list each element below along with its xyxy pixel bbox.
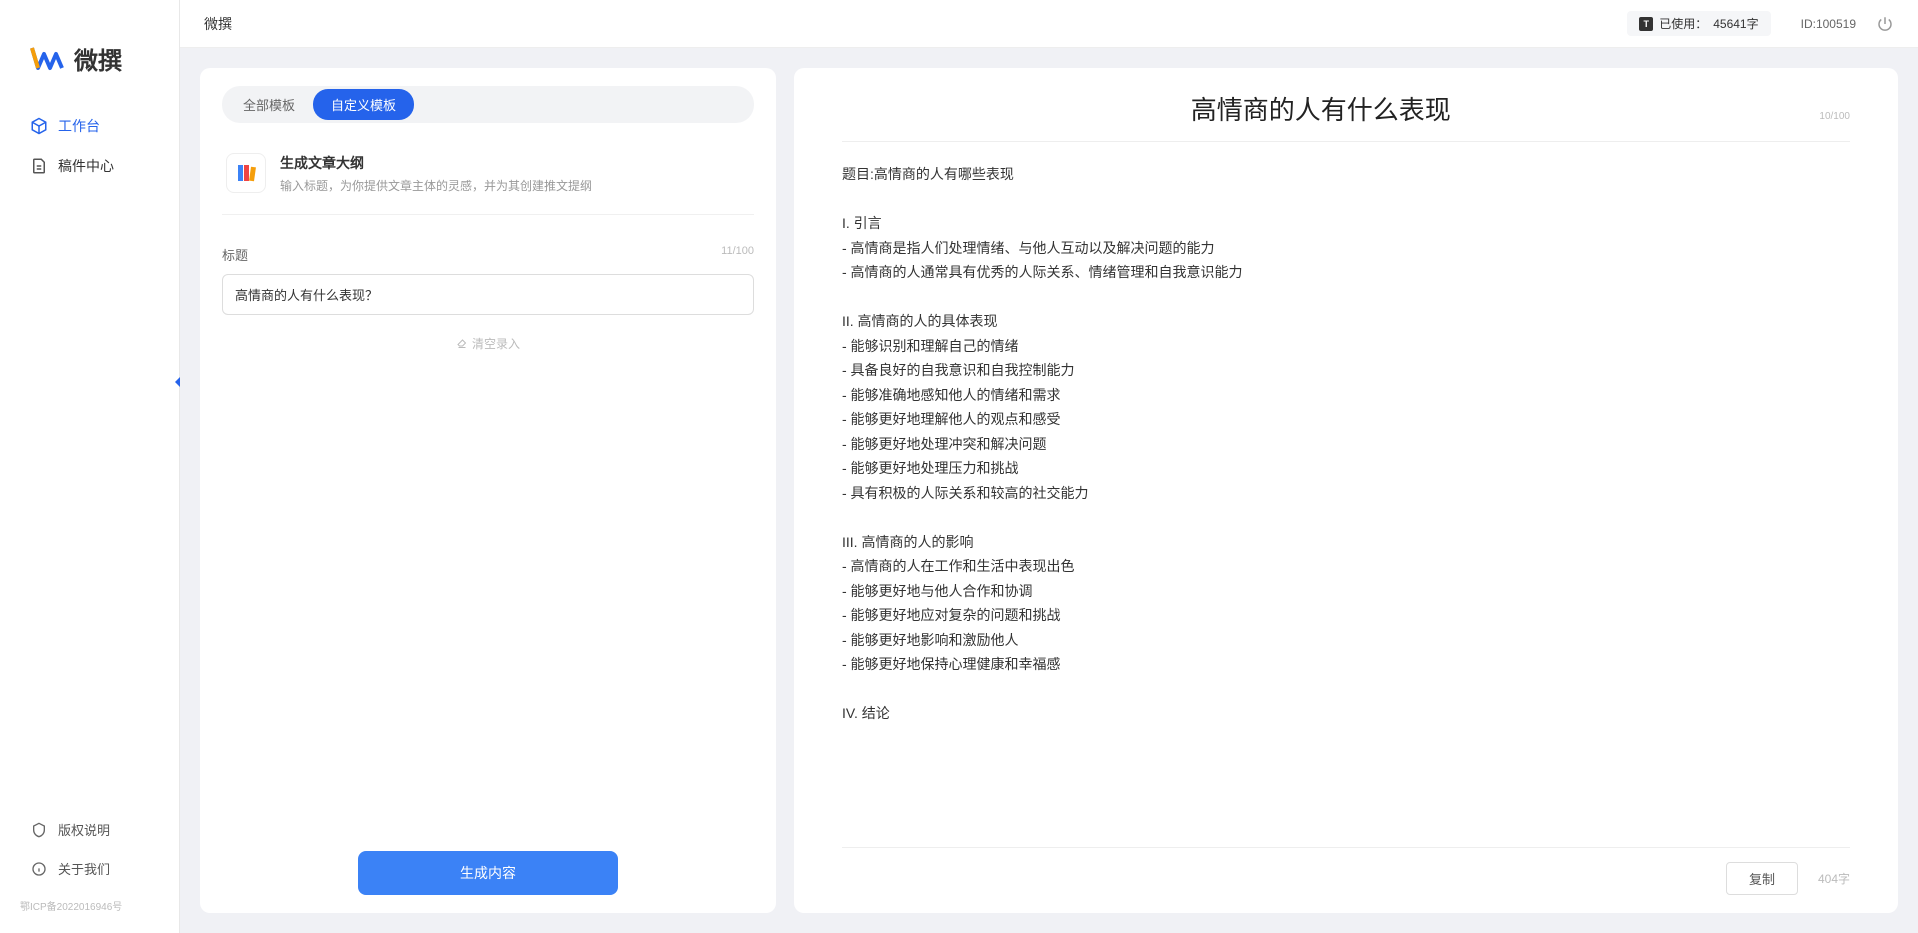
nav-label: 关于我们 bbox=[58, 859, 110, 878]
nav-item-copyright[interactable]: 版权说明 bbox=[20, 810, 159, 849]
copy-button[interactable]: 复制 bbox=[1726, 862, 1798, 895]
title-field-label: 标题 bbox=[222, 245, 248, 264]
nav-item-about[interactable]: 关于我们 bbox=[20, 849, 159, 888]
brand-logo-icon bbox=[30, 40, 66, 76]
eraser-icon bbox=[456, 338, 468, 350]
books-icon bbox=[226, 153, 266, 193]
input-panel: 全部模板 自定义模板 生成文章大纲 输入标题，为你提供文章主体的灵感，并为其创建… bbox=[200, 68, 776, 913]
usage-t-icon: T bbox=[1639, 17, 1653, 31]
generate-button[interactable]: 生成内容 bbox=[358, 851, 618, 895]
info-icon bbox=[30, 860, 48, 878]
nav-label: 版权说明 bbox=[58, 820, 110, 839]
clear-label: 清空录入 bbox=[472, 335, 520, 352]
template-title: 生成文章大纲 bbox=[280, 153, 750, 173]
output-footer: 复制 404字 bbox=[842, 847, 1850, 895]
output-body[interactable]: 题目:高情商的人有哪些表现 I. 引言 - 高情商是指人们处理情绪、与他人互动以… bbox=[842, 162, 1850, 722]
template-card: 生成文章大纲 输入标题，为你提供文章主体的灵感，并为其创建推文提纲 bbox=[222, 133, 754, 215]
nav-item-workbench[interactable]: 工作台 bbox=[20, 106, 159, 146]
icp-footer: 鄂ICP备2022016946号 bbox=[0, 888, 179, 913]
usage-label: 已使用： bbox=[1659, 15, 1707, 32]
cube-icon bbox=[30, 117, 48, 135]
sidebar-bottom: 版权说明 关于我们 bbox=[0, 810, 179, 888]
nav-label: 稿件中心 bbox=[58, 156, 114, 176]
output-word-count: 404字 bbox=[1818, 870, 1850, 887]
nav-item-drafts[interactable]: 稿件中心 bbox=[20, 146, 159, 186]
output-panel: 高情商的人有什么表现 10/100 题目:高情商的人有哪些表现 I. 引言 - … bbox=[794, 68, 1898, 913]
user-id: ID:100519 bbox=[1801, 17, 1856, 31]
usage-value: 45641字 bbox=[1713, 15, 1758, 32]
template-desc: 输入标题，为你提供文章主体的灵感，并为其创建推文提纲 bbox=[280, 177, 750, 194]
brand-logo: 微撰 bbox=[0, 20, 179, 106]
topbar: 微撰 T 已使用： 45641字 ID:100519 bbox=[180, 0, 1918, 48]
sidebar-collapse-handle[interactable] bbox=[170, 372, 186, 392]
main-nav: 工作台 稿件中心 bbox=[0, 106, 179, 810]
output-title-count: 10/100 bbox=[1819, 111, 1850, 122]
sidebar: 微撰 工作台 稿件中心 版权说明 bbox=[0, 0, 180, 933]
output-title: 高情商的人有什么表现 bbox=[842, 90, 1799, 127]
usage-badge: T 已使用： 45641字 bbox=[1627, 11, 1770, 36]
clear-input-button[interactable]: 清空录入 bbox=[222, 335, 754, 352]
power-icon[interactable] bbox=[1876, 15, 1894, 33]
tab-all-templates[interactable]: 全部模板 bbox=[225, 89, 313, 120]
template-tabs: 全部模板 自定义模板 bbox=[222, 86, 754, 123]
file-icon bbox=[30, 157, 48, 175]
title-char-count: 11/100 bbox=[721, 245, 754, 264]
shield-icon bbox=[30, 821, 48, 839]
title-input[interactable] bbox=[222, 274, 754, 315]
tab-custom-templates[interactable]: 自定义模板 bbox=[313, 89, 414, 120]
brand-name: 微撰 bbox=[74, 41, 122, 76]
page-title: 微撰 bbox=[204, 14, 232, 34]
nav-label: 工作台 bbox=[58, 116, 100, 136]
